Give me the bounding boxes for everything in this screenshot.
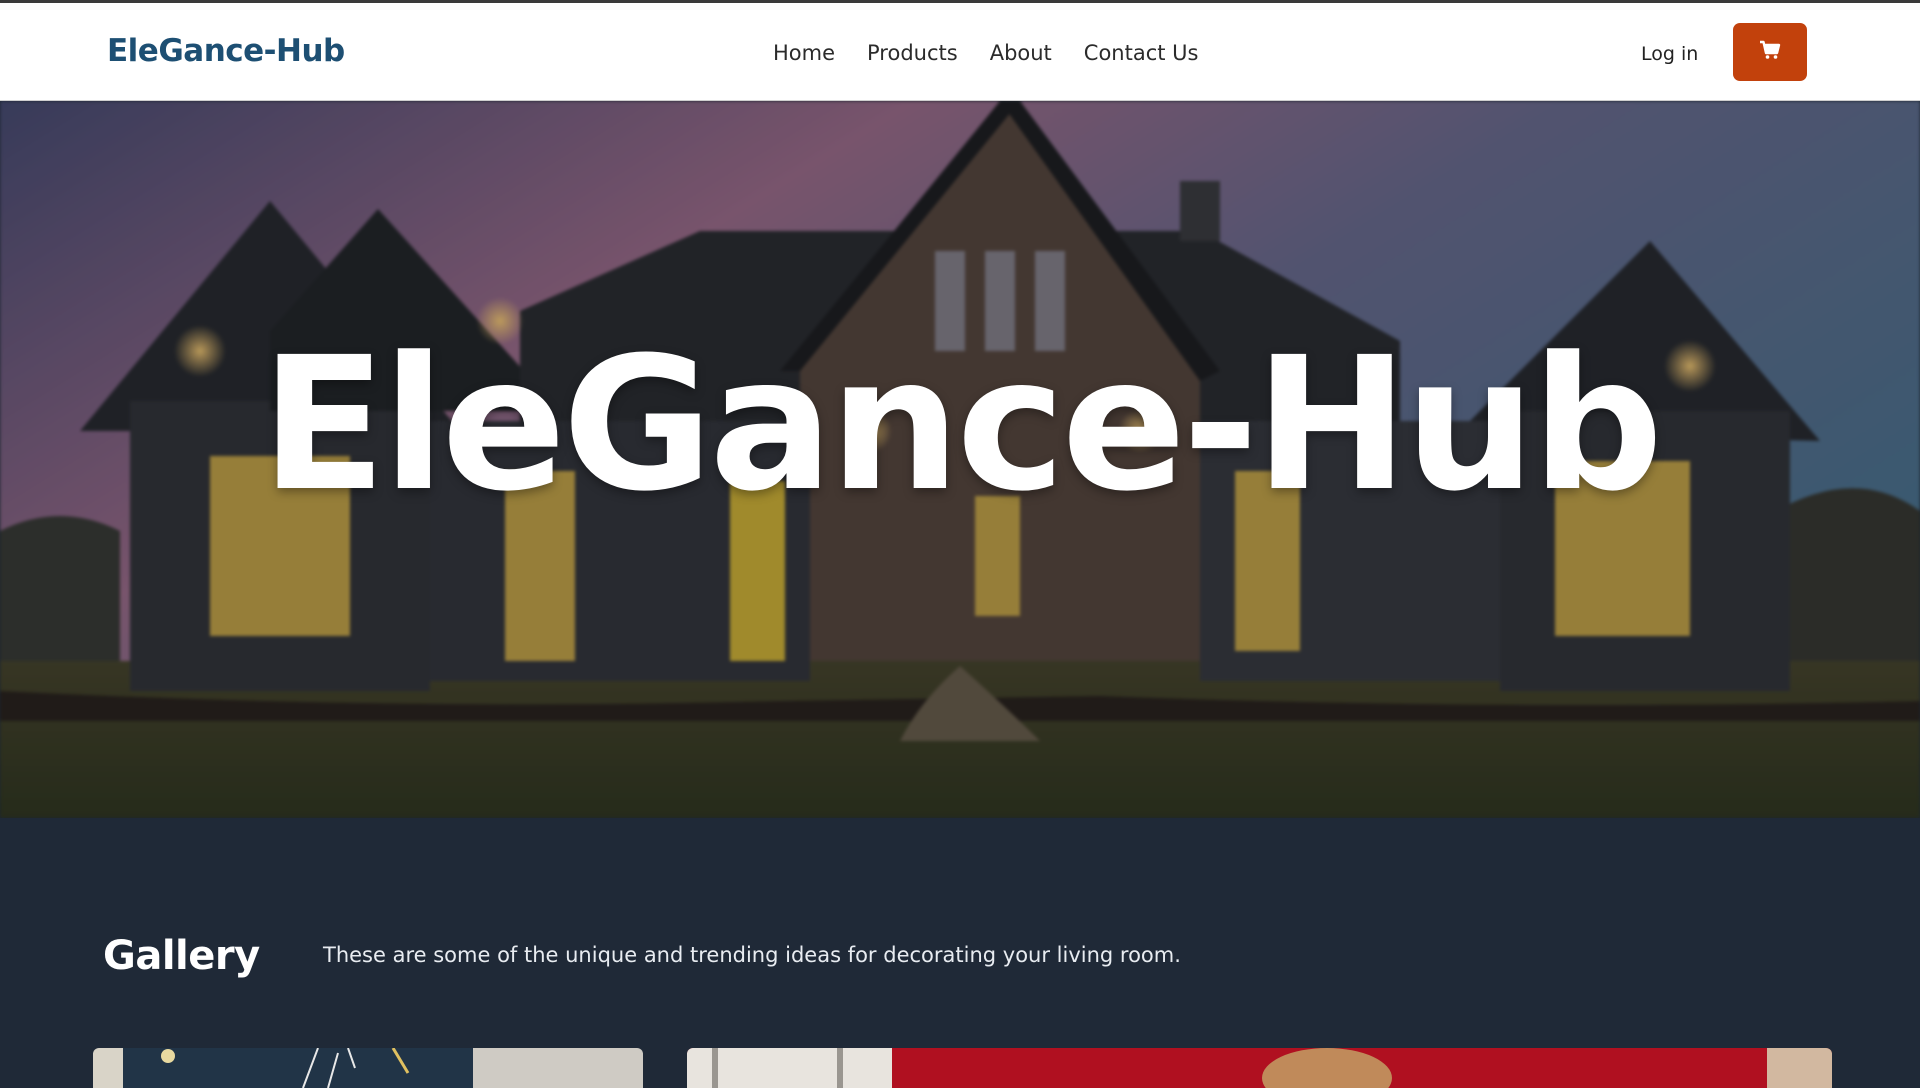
site-header: EleGance-Hub Home Products About Contact… [0,3,1920,101]
nav-contact-link[interactable]: Contact Us [1084,41,1199,65]
hero-title: EleGance-Hub [260,318,1664,532]
gallery-description: These are some of the unique and trendin… [323,943,1181,967]
nav-products-link[interactable]: Products [867,41,958,65]
cart-button[interactable] [1733,23,1807,81]
gallery-title: Gallery [103,933,260,979]
nav-home-link[interactable]: Home [773,41,835,65]
main-nav: Home Products About Contact Us [773,41,1231,65]
gallery-image [687,1048,1832,1088]
brand-logo[interactable]: EleGance-Hub [107,33,345,69]
hero-banner: EleGance-Hub [0,101,1920,818]
cart-icon [1759,40,1781,64]
gallery-image-card[interactable] [93,1048,643,1088]
gallery-image [93,1048,643,1088]
gallery-image-card[interactable] [687,1048,1832,1088]
nav-about-link[interactable]: About [990,41,1052,65]
login-link[interactable]: Log in [1641,43,1698,65]
